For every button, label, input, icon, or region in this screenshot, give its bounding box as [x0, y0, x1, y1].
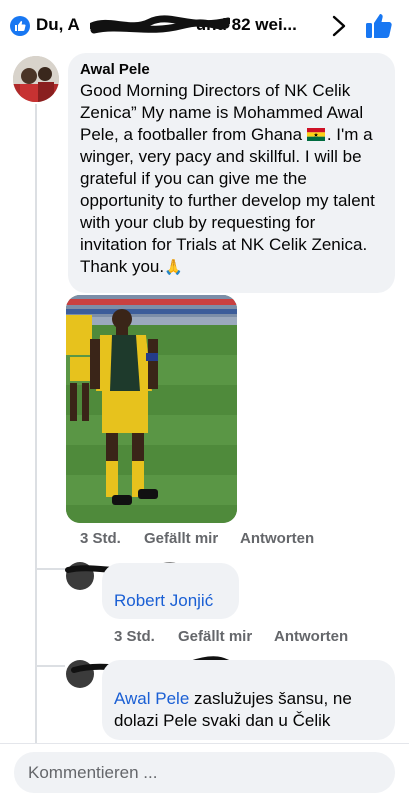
comment-author[interactable]: Awal Pele [80, 60, 383, 80]
comment-bubble: Awal Pele Good Morning Directors of NK C… [68, 53, 395, 293]
redaction-scribble [90, 15, 230, 34]
like-icon [10, 16, 30, 36]
header-bar: Du, Aund 82 wei... [0, 0, 409, 52]
thread-connector [35, 568, 65, 570]
reply-actions: 3 Std. Gefällt mir Antworten [0, 628, 409, 648]
ghana-flag-icon [306, 128, 325, 141]
like-link[interactable]: Gefällt mir [144, 530, 218, 547]
comment-text-rest: . I'm a winger, very pacy and skillful. … [80, 125, 375, 276]
composer-bar: Kommentieren ... [0, 743, 409, 800]
thread-line [35, 104, 37, 744]
reactions-summary-prefix: Du, A [36, 15, 80, 34]
praying-hands-icon: 🙏 [164, 259, 183, 276]
comment-actions: 3 Std. Gefällt mir Antworten [0, 530, 409, 550]
chevron-right-icon[interactable] [328, 13, 350, 39]
thread-connector [35, 665, 65, 667]
comment-input[interactable]: Kommentieren ... [14, 752, 395, 793]
reply-link[interactable]: Antworten [274, 628, 348, 645]
comment-time: 3 Std. [80, 530, 121, 547]
thumbs-up-icon[interactable] [364, 11, 394, 41]
like-link[interactable]: Gefällt mir [178, 628, 252, 645]
reply-time: 3 Std. [114, 628, 155, 645]
reply-bubble: Awal Pele zaslužujes šansu, ne dolazi Pe… [102, 660, 395, 740]
comment-text: Good Morning Directors of NK Celik Zenic… [80, 80, 383, 279]
mention-link[interactable]: Robert Jonjić [114, 591, 213, 610]
reply-bubble: Robert Jonjić [102, 563, 239, 619]
reply-link[interactable]: Antworten [240, 530, 314, 547]
reply-text: Awal Pele zaslužujes šansu, ne dolazi Pe… [114, 688, 386, 732]
mention-link[interactable]: Awal Pele [114, 689, 189, 708]
avatar[interactable] [13, 56, 59, 102]
comment-photo[interactable] [66, 295, 237, 523]
